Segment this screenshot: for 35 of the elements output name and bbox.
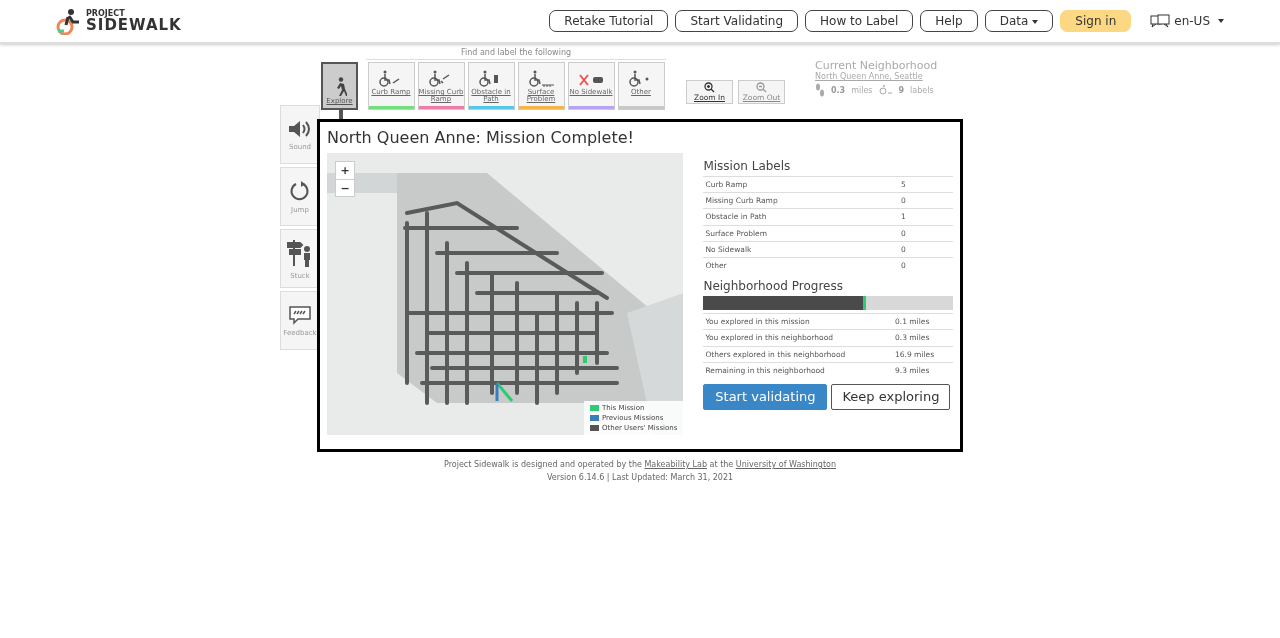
footer-link[interactable]: University of Washington: [735, 460, 836, 469]
language-selector[interactable]: en-US: [1150, 14, 1224, 28]
neighborhood-title: Current Neighborhood: [815, 59, 938, 72]
labels-unit: labels: [910, 85, 934, 95]
logo-icon: [56, 7, 82, 35]
nav-button[interactable]: Retake Tutorial: [549, 10, 669, 32]
version-text: Version 6.14.6 | Last Updated: March 31, 2021: [545, 472, 735, 484]
distance-value: 0.3: [831, 85, 846, 95]
toolbar-heading: Find and label the following: [366, 48, 666, 60]
footer-link[interactable]: Makeability Lab: [644, 460, 708, 469]
start-validating-button[interactable]: Start validating: [703, 383, 828, 410]
feedback-icon: [288, 304, 312, 325]
jump-icon: [289, 179, 311, 202]
nav-button[interactable]: Data: [984, 10, 1054, 32]
nav-button[interactable]: Start Validating: [675, 10, 799, 32]
nav-button[interactable]: Help: [920, 10, 978, 32]
zoom-out-icon: [756, 82, 767, 93]
wheelchair-icon: [527, 69, 555, 89]
footer-credit: Project Sidewalk is designed and operated by the Makeability Lab at the University of Washington: [443, 459, 837, 471]
sound-icon: [287, 118, 313, 139]
footprints-icon: [815, 83, 825, 97]
zoom-in-icon: [704, 82, 715, 93]
language-icon: [1150, 14, 1171, 28]
section-title: Mission Labels: [703, 159, 792, 173]
wheelchair-icon: [878, 85, 893, 95]
logo-text: PROJECT: [86, 9, 126, 18]
labels-value: 9: [898, 85, 905, 95]
distance-unit: miles: [851, 85, 873, 95]
stuck-icon: [287, 237, 313, 268]
logo-text: SIDEWALK: [86, 17, 182, 33]
modal-title: North Queen Anne: Mission Complete!: [327, 128, 635, 147]
nav-button[interactable]: How to Label: [805, 10, 914, 32]
nav-button[interactable]: Sign in: [1060, 10, 1132, 32]
section-title: Neighborhood Progress: [703, 279, 844, 294]
keep-exploring-button[interactable]: Keep exploring: [831, 383, 951, 410]
